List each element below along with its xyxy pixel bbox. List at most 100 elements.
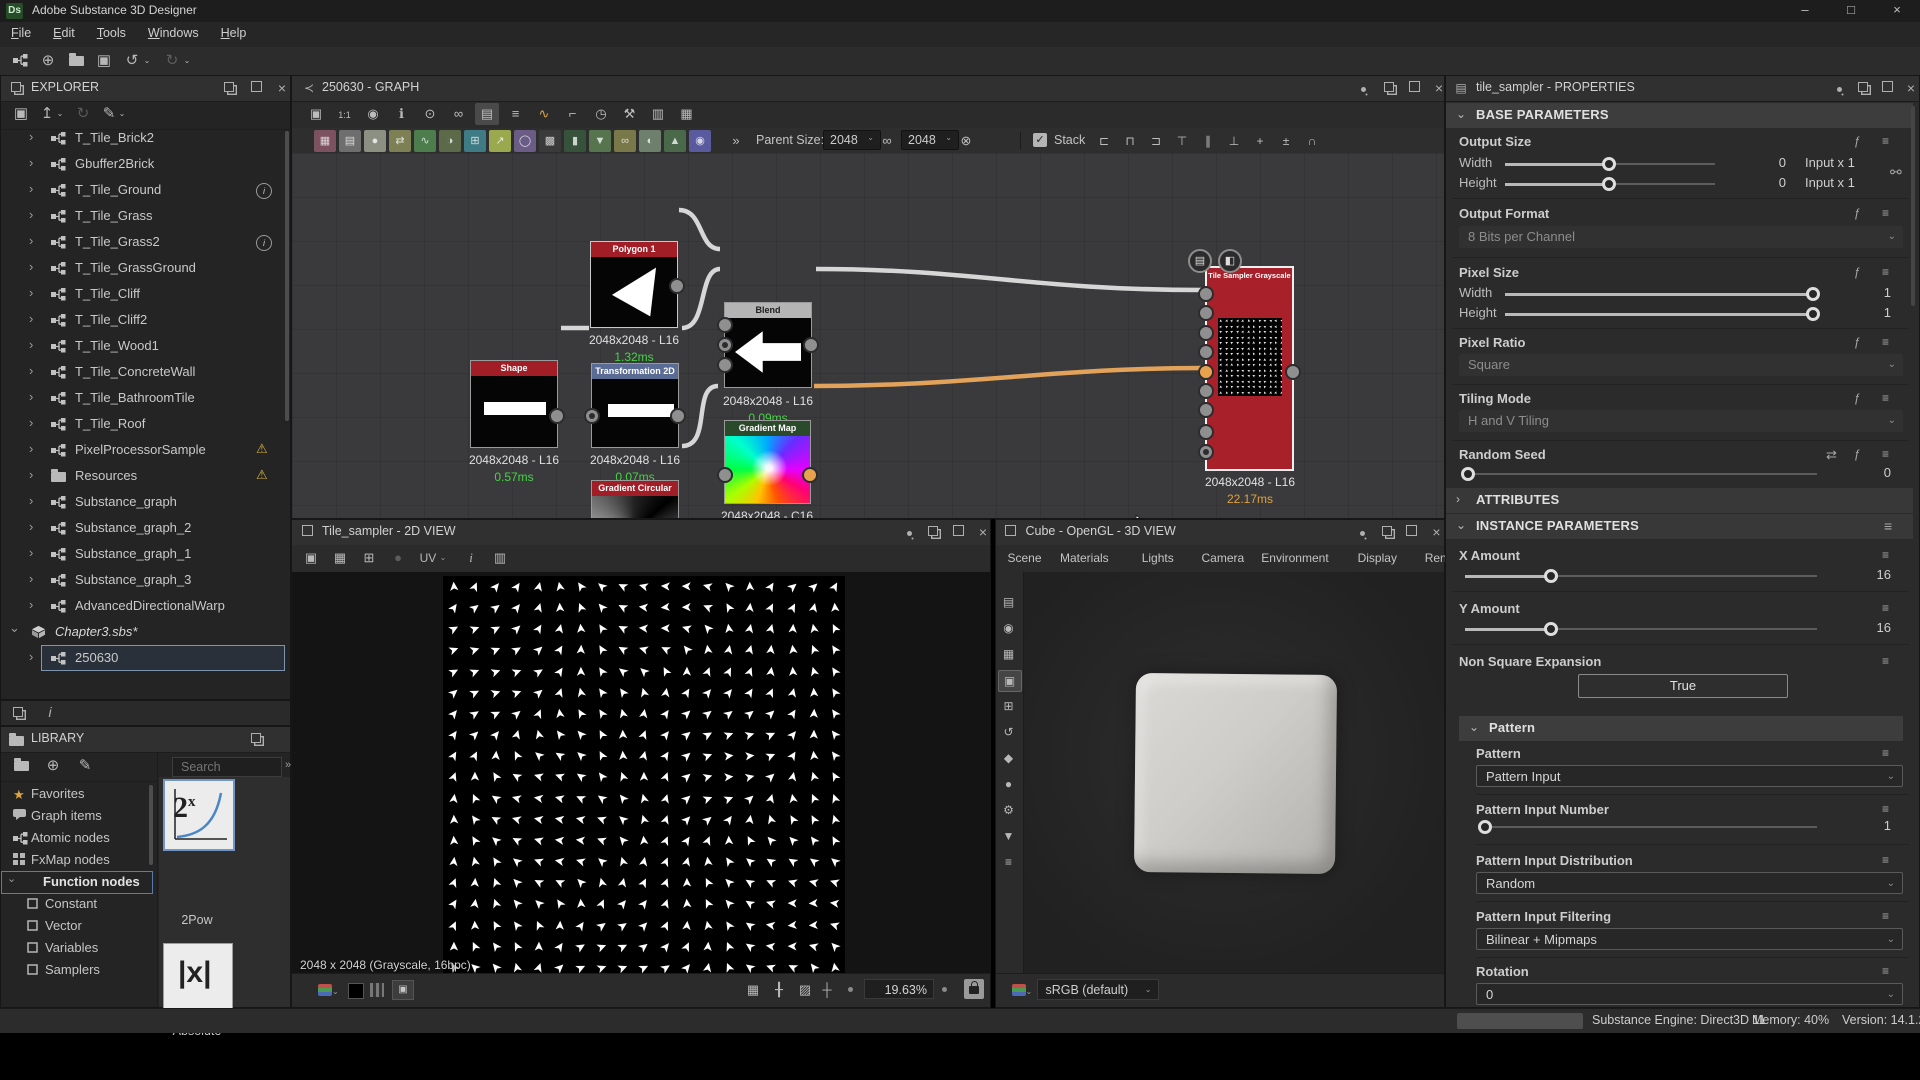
material-icon[interactable]: ▦	[998, 644, 1020, 664]
preset-icon[interactable]: ≡	[1882, 964, 1889, 978]
pattern-dropdown[interactable]: Pattern Input⌄	[1476, 765, 1903, 787]
preset-icon[interactable]: ≡	[1882, 548, 1889, 562]
frame-select-icon[interactable]: ▣	[304, 103, 328, 125]
view3d-menu-lights[interactable]: Lights	[1142, 551, 1174, 565]
tree-item-t-tile-wood1[interactable]: ›T_Tile_Wood1	[1, 333, 290, 359]
chevron-collapsed-icon[interactable]: ›	[29, 207, 33, 222]
pin-panel-icon[interactable]	[900, 524, 918, 540]
info-view-icon[interactable]: i	[41, 704, 59, 720]
menu-file[interactable]: File	[0, 22, 42, 40]
pin-panel-icon[interactable]	[1830, 80, 1848, 96]
preset-icon[interactable]: ≡	[1882, 265, 1889, 279]
library-category-atomic-nodes[interactable]: Atomic nodes	[1, 827, 155, 849]
input-port[interactable]	[717, 317, 733, 333]
curve-node[interactable]: ∿	[414, 130, 436, 152]
library-category-variables[interactable]: Variables	[1, 937, 155, 959]
library-scrollbar[interactable]	[149, 785, 153, 865]
close-panel-icon[interactable]: ×	[1902, 80, 1920, 96]
preset-icon[interactable]: ≡	[1882, 391, 1889, 405]
preset-icon[interactable]: ≡	[1884, 518, 1892, 534]
input-port[interactable]	[717, 337, 733, 353]
redo-icon[interactable]: ↻	[160, 50, 184, 72]
parent-size-dropdown[interactable]: 2048⌄	[823, 130, 881, 150]
tree-item-t-tile-grass2[interactable]: ›T_Tile_Grass2i	[1, 229, 290, 255]
explorer-scrollbar[interactable]	[285, 131, 289, 421]
tree-item-substance-graph-1[interactable]: ›Substance_graph_1	[1, 541, 290, 567]
chevron-collapsed-icon[interactable]: ›	[29, 285, 33, 300]
input-port[interactable]	[717, 467, 733, 483]
rotation-dropdown[interactable]: 0⌄	[1476, 983, 1903, 1005]
stack-checkbox[interactable]: ✓	[1033, 133, 1047, 147]
tree-item-t-tile-roof[interactable]: ›T_Tile_Roof	[1, 411, 290, 437]
output-port[interactable]	[549, 408, 565, 424]
directional-blur-node[interactable]: ◑	[439, 130, 461, 152]
link-node[interactable]: ∞	[614, 130, 636, 152]
preset-icon[interactable]: ≡	[1882, 802, 1889, 816]
pattern-input-number-slider[interactable]	[1482, 826, 1817, 828]
zoom-out-dot[interactable]	[848, 987, 853, 992]
tree-item-t-tile-brick2[interactable]: ›T_Tile_Brick2	[1, 125, 290, 151]
tree-item-gbuffer2brick[interactable]: ›Gbuffer2Brick	[1, 151, 290, 177]
input-port[interactable]	[584, 408, 600, 424]
node-tile-sampler[interactable]: Tile Sampler Grayscale ➤➤➤➤➤➤➤➤➤➤➤➤➤➤➤➤➤…	[1205, 266, 1294, 471]
ruler-icon[interactable]: ╂	[768, 980, 790, 1000]
distribute-h-icon[interactable]: +	[1248, 130, 1272, 152]
float-panel-icon[interactable]	[924, 524, 942, 540]
random-seed-slider[interactable]	[1465, 473, 1817, 475]
pixel-width-value[interactable]: 1	[1876, 285, 1891, 300]
y-amount-value[interactable]: 16	[1869, 620, 1891, 635]
bitmap-node[interactable]: ▦	[314, 130, 336, 152]
library-category-vector[interactable]: Vector	[1, 915, 155, 937]
chevron-collapsed-icon[interactable]: ›	[29, 649, 33, 664]
tree-item-t-tile-cliff2[interactable]: ›T_Tile_Cliff2	[1, 307, 290, 333]
chevron-collapsed-icon[interactable]: ›	[29, 311, 33, 326]
node-gradient-map[interactable]: Gradient Map	[724, 420, 811, 504]
align-top-icon[interactable]: ⊤	[1170, 130, 1194, 152]
x-amount-slider[interactable]	[1465, 575, 1817, 577]
preset-icon[interactable]: ≡	[1882, 909, 1889, 923]
tree-item-advanceddirectionalwarp[interactable]: ›AdvancedDirectionalWarp	[1, 593, 290, 619]
tools-icon[interactable]: ⚒	[618, 103, 642, 125]
maximize-panel-icon[interactable]	[949, 524, 967, 540]
filter-icon[interactable]: ●	[387, 548, 409, 568]
histogram-icon[interactable]: ▥	[489, 548, 511, 568]
chevron-collapsed-icon[interactable]: ›	[29, 415, 33, 430]
distance-node[interactable]: ▮	[564, 130, 586, 152]
tiling-icon[interactable]	[370, 983, 384, 997]
chevron-expanded-icon[interactable]: ⌄	[7, 872, 16, 885]
chevron-collapsed-icon[interactable]: ›	[29, 129, 33, 144]
properties-scrollbar[interactable]	[1911, 106, 1915, 306]
preset-icon[interactable]: ≡	[1882, 654, 1889, 668]
tree-item-t-tile-grassground[interactable]: ›T_Tile_GrassGround	[1, 255, 290, 281]
output-height-value[interactable]: 0	[1771, 175, 1786, 190]
zoom-level-field[interactable]: 19.63%	[864, 979, 934, 999]
output-height-slider[interactable]	[1505, 183, 1715, 185]
add-filter-icon[interactable]: ⊕	[41, 755, 65, 777]
chevron-collapsed-icon[interactable]: ›	[29, 545, 33, 560]
chevron-collapsed-icon[interactable]: ›	[29, 389, 33, 404]
overflow-icon[interactable]: »	[728, 130, 744, 152]
library-category-favorites[interactable]: ★Favorites	[1, 783, 155, 805]
chevron-collapsed-icon[interactable]: ›	[29, 363, 33, 378]
uv-dropdown[interactable]: UV ⌄	[416, 548, 450, 568]
redo-icon-dropdown[interactable]: ⌄	[182, 50, 192, 72]
graph-mode-icon[interactable]: ▤	[475, 103, 499, 125]
view3d-menu-scene[interactable]: Scene	[1008, 551, 1042, 565]
float-panel-icon[interactable]	[220, 80, 238, 96]
transformation-node[interactable]: ⊞	[464, 130, 486, 152]
view3d-canvas[interactable]: ▤◉▦▣⊞↺◆●⚙▼≡	[996, 572, 1444, 974]
channels-icon[interactable]: ⌄	[1012, 984, 1033, 999]
clean-icon-dropdown[interactable]: ⌄	[117, 103, 127, 125]
section-pattern[interactable]: ⌄Pattern	[1459, 716, 1903, 742]
tree-view-icon[interactable]	[9, 705, 27, 721]
chevron-collapsed-icon[interactable]: ›	[29, 337, 33, 352]
library-asset-absolute[interactable]: |x|	[163, 943, 233, 1013]
close-panel-icon[interactable]: ×	[974, 524, 992, 540]
close-button[interactable]: ×	[1874, 0, 1920, 22]
profile-icon[interactable]: ▥	[646, 103, 670, 125]
timings-icon[interactable]: ◷	[589, 103, 613, 125]
tree-item-250630[interactable]: ›250630	[1, 645, 290, 671]
chevron-collapsed-icon[interactable]: ›	[29, 155, 33, 170]
background-swatch[interactable]	[348, 983, 364, 999]
snapshot-icon[interactable]: ◉	[361, 103, 385, 125]
